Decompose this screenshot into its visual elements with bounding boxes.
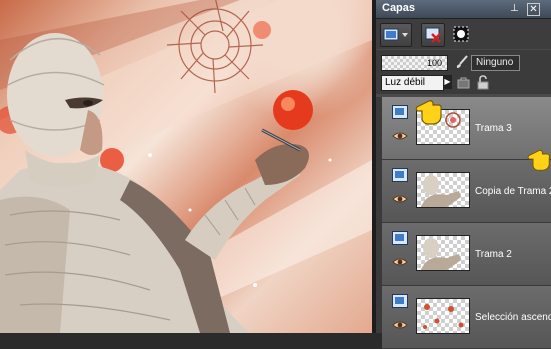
- pointing-hand-cursor: [415, 100, 442, 125]
- delete-layer-button[interactable]: [421, 23, 445, 47]
- layer-row-trama-3[interactable]: Trama 3: [382, 97, 551, 160]
- mask-icon: [453, 26, 469, 42]
- opacity-value: 100: [427, 58, 443, 68]
- layer-name: Copia de Trama 2: [475, 186, 551, 197]
- brush-icon[interactable]: [455, 55, 469, 69]
- eye-icon[interactable]: [392, 131, 408, 141]
- layer-row-copia-de-trama-2[interactable]: Copia de Trama 2: [382, 160, 551, 223]
- blend-mode-select[interactable]: Luz débil: [381, 75, 444, 91]
- raster-layer-icon: [392, 294, 408, 308]
- figure-thumb: [421, 238, 461, 270]
- eye-icon[interactable]: [392, 194, 408, 204]
- layer-row-seleccion-ascendida[interactable]: Selección ascendida: [382, 286, 551, 349]
- figure-thumb: [421, 175, 461, 207]
- layer-properties: 100 Ninguno Luz débil ▶: [376, 50, 551, 94]
- dots-thumb: [423, 304, 464, 329]
- pointing-hand-cursor: [527, 149, 551, 171]
- eye-icon[interactable]: [392, 320, 408, 330]
- raster-layer-icon: [392, 105, 408, 119]
- layer-thumbnail: [416, 172, 470, 208]
- pin-icon[interactable]: ⊥: [509, 3, 520, 14]
- layer-thumbnail: [416, 235, 470, 271]
- layers-toolbar: [376, 19, 551, 49]
- mask-dropdown[interactable]: Ninguno: [471, 55, 520, 71]
- blend-mode-arrow-icon[interactable]: ▶: [443, 75, 452, 89]
- raster-layer-icon: [392, 168, 408, 182]
- mask-button[interactable]: [450, 23, 472, 45]
- lock-transparency-icon[interactable]: [457, 76, 471, 89]
- opacity-field[interactable]: 100: [381, 55, 448, 71]
- layer-name: Selección ascendida: [475, 312, 551, 323]
- layer-name: Trama 2: [475, 249, 512, 260]
- layers-palette: Capas ⊥ ✕ 100 Ninguno Luz débil ▶ Trama …: [376, 0, 551, 349]
- artwork-image: [0, 0, 372, 333]
- layer-row-trama-2[interactable]: Trama 2: [382, 223, 551, 286]
- layer-list: Trama 3 Copia de Trama 2 Trama 2 Selecci…: [376, 97, 551, 349]
- palette-title: Capas: [382, 2, 416, 14]
- layer-name: Trama 3: [475, 123, 512, 134]
- new-layer-icon: [383, 28, 408, 41]
- delete-layer-icon: [425, 27, 441, 43]
- canvas-artwork[interactable]: [0, 0, 372, 333]
- palette-titlebar[interactable]: Capas ⊥ ✕: [376, 0, 551, 19]
- eye-icon[interactable]: [392, 257, 408, 267]
- lock-icon[interactable]: [476, 75, 490, 90]
- close-icon[interactable]: ✕: [527, 3, 540, 16]
- raster-layer-icon: [392, 231, 408, 245]
- new-layer-button[interactable]: [380, 23, 412, 47]
- layer-thumbnail: [416, 298, 470, 334]
